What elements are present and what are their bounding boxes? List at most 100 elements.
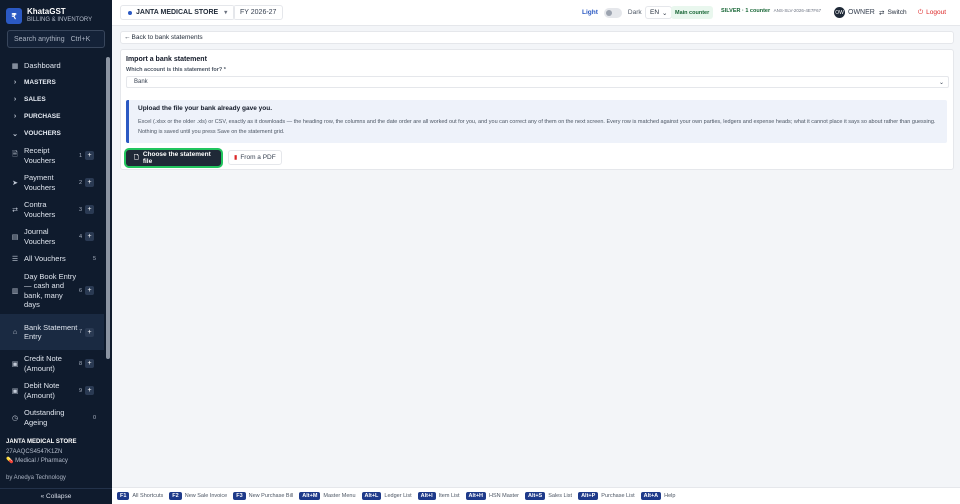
- shortcut-key: Alt+A: [640, 492, 662, 500]
- search-placeholder: Search anything: [14, 35, 65, 43]
- sidebar-nav: ▦ Dashboard › MASTERS › SALES › PURCHASE ⌄ VOUCHE…: [0, 57, 104, 431]
- sidebar-scrollbar[interactable]: [106, 57, 110, 359]
- back-link[interactable]: ← Back to bank statements: [120, 31, 954, 44]
- account-question: Which account is this statement for? *: [126, 67, 226, 73]
- shortcut-alt-s[interactable]: Alt+S Sales List: [524, 492, 572, 500]
- choose-file-button[interactable]: 🗋 Choose the statement file: [126, 150, 221, 166]
- shortcut-key: F2: [169, 492, 182, 500]
- shortcut-label: All Shortcuts: [132, 493, 164, 499]
- theme-toggle-group: Light Dark: [582, 6, 642, 19]
- sidebar-item-label: Bank Statement Entry: [24, 322, 78, 342]
- sidebar-item-label: Day Book Entry — cash and bank, many day…: [24, 271, 77, 310]
- search-input[interactable]: Search anything Ctrl+K: [7, 30, 105, 48]
- from-pdf-button[interactable]: ▮ From a PDF: [228, 150, 282, 165]
- shortcut-alt-l[interactable]: Alt+L Ledger List: [361, 492, 412, 500]
- language-selector[interactable]: EN ⌄: [645, 6, 673, 19]
- sidebar-item-bank-statement-entry[interactable]: ⌂ Bank Statement Entry 7 +: [0, 314, 104, 350]
- sidebar-item-credit-note-amount[interactable]: ▣ Credit Note (Amount) 8 +: [0, 350, 104, 377]
- chevron-down-icon: ⌄: [662, 9, 668, 17]
- shortcut-alt-a[interactable]: Alt+A Help: [640, 492, 676, 500]
- shortcut-label: New Purchase Bill: [248, 493, 294, 499]
- shortcut-number: 0: [92, 414, 96, 421]
- sidebar-item-masters[interactable]: › MASTERS: [0, 74, 104, 91]
- theme-light-label[interactable]: Light: [582, 9, 598, 16]
- shortcut-label: Ledger List: [384, 493, 412, 499]
- search-shortcut: Ctrl+K: [70, 35, 91, 43]
- sidebar-item-purchase[interactable]: › PURCHASE: [0, 108, 104, 125]
- bank-icon: ⌂: [12, 328, 18, 336]
- sidebar-item-label: PURCHASE: [24, 112, 61, 120]
- sidebar-item-label: MASTERS: [24, 78, 56, 86]
- shortcut-number: 3: [78, 206, 82, 213]
- chevron-down-icon: ▾: [224, 10, 228, 16]
- sidebar-item-all-vouchers[interactable]: ☰ All Vouchers 5: [0, 250, 104, 267]
- from-pdf-label: From a PDF: [240, 154, 276, 161]
- chevron-right-icon: ›: [13, 113, 17, 120]
- add-icon[interactable]: +: [85, 232, 94, 241]
- user-menu[interactable]: OW OWNER: [834, 6, 875, 19]
- shop-info: JANTA MEDICAL STORE 27AAQCS4547K1ZN 💊 Me…: [6, 438, 106, 467]
- sidebar-item-payment-vouchers[interactable]: ➤ Payment Vouchers 2 +: [0, 169, 104, 196]
- sidebar-item-dashboard[interactable]: ▦ Dashboard: [0, 57, 104, 74]
- shortcut-f3[interactable]: F3 New Purchase Bill: [233, 492, 293, 500]
- counter-badge: Main counter: [671, 6, 714, 19]
- theme-dark-label[interactable]: Dark: [628, 9, 642, 16]
- fy-selector[interactable]: FY 2026-27: [233, 5, 284, 20]
- theme-toggle[interactable]: [603, 7, 622, 18]
- receipt-icon: 🗎: [12, 151, 18, 158]
- shortcut-alt-m[interactable]: Alt+M Master Menu: [299, 492, 356, 500]
- sidebar-item-day-book-entry-cash-and-bank-many-days[interactable]: ▥ Day Book Entry — cash and bank, many da…: [0, 267, 104, 314]
- shortcut-number: 5: [92, 255, 96, 262]
- brand-text: KhataGST BILLING & INVENTORY: [27, 7, 92, 25]
- shortcut-alt-p[interactable]: Alt+P Purchase List: [578, 492, 635, 500]
- chevron-down-icon: ⌄: [938, 79, 944, 86]
- sidebar-item-receipt-vouchers[interactable]: 🗎 Receipt Vouchers 1 +: [0, 142, 104, 169]
- import-card: Import a bank statement Which account is…: [120, 49, 954, 170]
- sidebar-item-journal-vouchers[interactable]: ▤ Journal Vouchers 4 +: [0, 223, 104, 250]
- collapse-button[interactable]: « Collapse: [0, 488, 112, 504]
- sidebar-item-debit-note-amount[interactable]: ▣ Debit Note (Amount) 9 +: [0, 377, 104, 404]
- sidebar-item-label: Receipt Vouchers: [24, 146, 56, 165]
- shortcut-number: 6: [78, 287, 82, 294]
- credit-note-icon: ▣: [11, 360, 19, 368]
- store-selector[interactable]: JANTA MEDICAL STORE ▾: [120, 5, 236, 20]
- shortcut-label: Help: [664, 493, 676, 499]
- shortcut-key: Alt+H: [465, 492, 487, 500]
- chevron-right-icon: ›: [13, 96, 17, 103]
- shortcut-alt-i[interactable]: Alt+I Item List: [417, 492, 460, 500]
- arrow-left-icon: ←: [124, 34, 131, 41]
- shortcut-key: Alt+L: [361, 492, 382, 500]
- shortcut-alt-h[interactable]: Alt+H HSN Master: [465, 492, 519, 500]
- grid-icon: ▦: [11, 62, 19, 70]
- add-icon[interactable]: +: [85, 151, 94, 160]
- add-icon[interactable]: +: [85, 178, 94, 187]
- sidebar-item-label: VOUCHERS: [24, 129, 61, 137]
- store-name: JANTA MEDICAL STORE: [136, 9, 219, 16]
- add-icon[interactable]: +: [85, 386, 94, 395]
- account-select[interactable]: Bank ⌄: [126, 76, 949, 88]
- shortcut-key: F1: [117, 492, 130, 500]
- upload-info-body: Excel (.xlsx or the older .xls) or CSV, …: [138, 119, 936, 135]
- pdf-icon: ▮: [234, 155, 238, 161]
- list-icon: ☰: [11, 255, 19, 263]
- sidebar-item-contra-vouchers[interactable]: ⇄ Contra Vouchers 3 +: [0, 196, 104, 223]
- sidebar-item-vouchers[interactable]: ⌄ VOUCHERS: [0, 125, 104, 142]
- add-icon[interactable]: +: [85, 286, 94, 295]
- upload-info-box: Upload the file your bank already gave y…: [126, 100, 947, 143]
- sidebar-item-outstanding-ageing[interactable]: ◷ Outstanding Ageing 0: [0, 404, 104, 431]
- shortcut-number: 9: [78, 387, 82, 394]
- sidebar-item-label: Contra Vouchers: [24, 200, 56, 219]
- add-icon[interactable]: +: [85, 327, 94, 337]
- sidebar-item-sales[interactable]: › SALES: [0, 91, 104, 108]
- power-icon: ⏻: [918, 8, 924, 16]
- shop-type: 💊 Medical / Pharmacy: [6, 457, 106, 467]
- chevron-down-icon: ⌄: [12, 130, 18, 138]
- shortcut-f1[interactable]: F1 All Shortcuts: [117, 492, 163, 500]
- shop-type-label: Medical / Pharmacy: [15, 458, 68, 464]
- add-icon[interactable]: +: [85, 359, 94, 368]
- brand[interactable]: ₹ KhataGST BILLING & INVENTORY: [6, 6, 92, 26]
- add-icon[interactable]: +: [85, 205, 94, 214]
- switch-button[interactable]: ⇄ Switch: [879, 6, 907, 19]
- logout-button[interactable]: ⏻ Logout: [918, 6, 946, 19]
- shortcut-f2[interactable]: F2 New Sale Invoice: [169, 492, 227, 500]
